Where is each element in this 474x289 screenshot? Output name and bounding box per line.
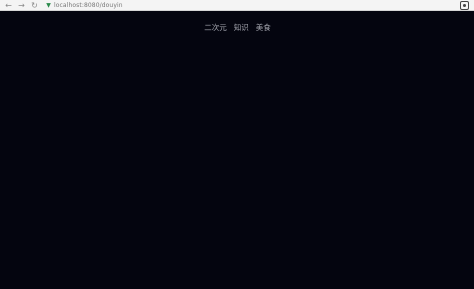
forward-arrow-icon[interactable]: → [15,0,28,11]
category-nav: 二次元 知识 美食 [0,22,474,33]
extension-icon[interactable] [460,1,469,10]
nav-item-food[interactable]: 美食 [256,22,271,33]
page-content: 二次元 知识 美食 [0,11,474,289]
address-bar[interactable]: ▼ localhost:8080/douyin [45,1,465,10]
url-text: localhost:8080/douyin [54,1,123,9]
reload-icon[interactable]: ↻ [28,0,41,11]
nav-item-anime[interactable]: 二次元 [204,22,227,33]
nav-item-knowledge[interactable]: 知识 [234,22,249,33]
shield-icon: ▼ [46,1,51,9]
back-arrow-icon[interactable]: ← [2,0,15,11]
browser-toolbar: ← → ↻ ▼ localhost:8080/douyin [0,0,474,11]
